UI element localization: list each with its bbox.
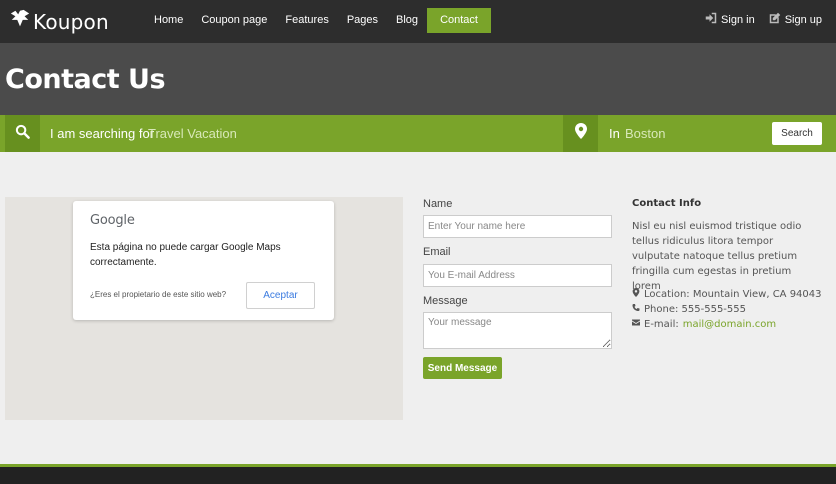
map-owner-question[interactable]: ¿Eres el propietario de este sitio web? — [90, 290, 226, 299]
sign-up-link[interactable]: Sign up — [769, 12, 822, 27]
nav-item-home[interactable]: Home — [145, 8, 192, 33]
main-nav: Home Coupon page Features Pages Blog Con… — [145, 8, 491, 33]
map-error-dialog: Google Esta página no puede cargar Googl… — [73, 201, 334, 320]
phone-icon — [632, 303, 640, 315]
nav-item-features[interactable]: Features — [276, 8, 337, 33]
contact-phone: Phone: 555-555-555 — [632, 303, 746, 315]
footer — [0, 467, 836, 484]
brand-logo[interactable]: Koupon — [9, 8, 109, 35]
google-logo: Google — [90, 213, 135, 228]
search-label: I am searching for — [50, 126, 155, 141]
location-icon-box — [563, 115, 598, 152]
name-field[interactable] — [423, 215, 612, 238]
map-marker-icon — [632, 288, 640, 300]
search-icon — [15, 124, 30, 144]
sign-in-label: Sign in — [721, 13, 755, 26]
contact-phone-text: Phone: 555-555-555 — [644, 303, 747, 315]
map-error-message: Esta página no puede cargar Google Maps … — [90, 242, 281, 268]
nav-item-blog[interactable]: Blog — [387, 8, 427, 33]
nav-item-contact[interactable]: Contact — [427, 8, 491, 33]
search-bar: I am searching for In Search — [0, 115, 836, 152]
email-field[interactable] — [423, 264, 612, 287]
send-message-button[interactable]: Send Message — [423, 357, 502, 379]
message-label: Message — [423, 295, 468, 307]
location-label: In — [609, 126, 620, 141]
edit-icon — [769, 12, 781, 27]
name-label: Name — [423, 198, 453, 210]
search-input[interactable] — [148, 125, 478, 142]
search-icon-box — [5, 115, 40, 152]
contact-location: Location: Mountain View, CA 94043 — [632, 288, 822, 300]
koupon-logo-icon — [9, 8, 31, 35]
message-field[interactable] — [423, 312, 612, 349]
nav-item-pages[interactable]: Pages — [338, 8, 387, 33]
auth-links: Sign in Sign up — [705, 12, 822, 27]
contact-email: E-mail: mail@domain.com — [632, 318, 776, 330]
location-input[interactable] — [625, 125, 765, 142]
brand-name: Koupon — [33, 9, 109, 34]
sign-in-icon — [705, 12, 717, 27]
envelope-icon — [632, 318, 640, 330]
map-marker-icon — [574, 123, 587, 144]
contact-info-text: Nisl eu nisl euismod tristique odio tell… — [632, 221, 802, 292]
email-label: Email — [423, 246, 451, 258]
nav-item-coupon-page[interactable]: Coupon page — [192, 8, 276, 33]
map-panel[interactable]: Google Esta página no puede cargar Googl… — [5, 197, 403, 420]
contact-location-text: Location: Mountain View, CA 94043 — [644, 288, 822, 300]
sign-in-link[interactable]: Sign in — [705, 12, 755, 27]
top-navbar: Koupon Home Coupon page Features Pages B… — [0, 0, 836, 43]
page-header: Contact Us — [0, 43, 836, 115]
search-button[interactable]: Search — [772, 122, 822, 145]
contact-info-title: Contact Info — [632, 198, 702, 209]
contact-email-link[interactable]: mail@domain.com — [683, 319, 776, 330]
sign-up-label: Sign up — [784, 13, 822, 26]
map-accept-button[interactable]: Aceptar — [246, 282, 315, 309]
contact-email-label: E-mail: — [644, 318, 679, 330]
page-title: Contact Us — [5, 64, 166, 95]
